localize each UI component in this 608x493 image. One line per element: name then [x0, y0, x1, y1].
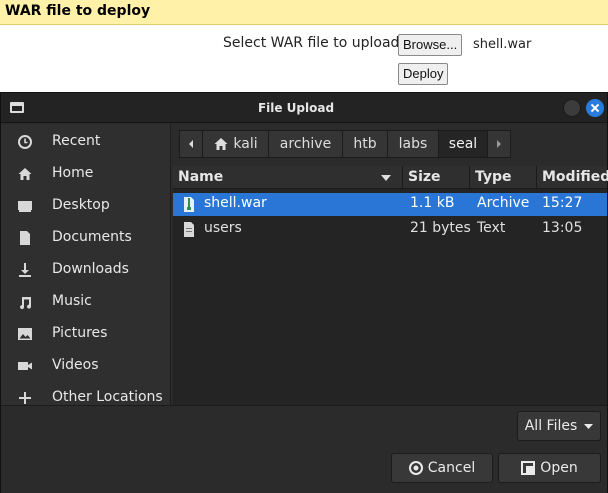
file-list: Name Size Type Modified shell.war 1.1 kB… — [173, 166, 608, 405]
select-war-label: Select WAR file to upload — [223, 35, 400, 51]
sidebar-item-label: Music — [52, 293, 92, 309]
sidebar-item-label: Downloads — [52, 261, 129, 277]
music-icon — [17, 294, 33, 310]
open-button-label: Open — [540, 460, 578, 476]
path-segment-label: htb — [353, 136, 377, 152]
cancel-button-label: Cancel — [427, 460, 476, 476]
text-file-icon — [183, 222, 195, 241]
chevron-down-icon — [584, 423, 594, 429]
sidebar-item-other-locations[interactable]: Other Locations — [1, 382, 170, 405]
path-forward-button[interactable] — [487, 130, 511, 158]
sidebar-item-label: Other Locations — [52, 389, 163, 405]
sort-down-icon — [381, 175, 391, 181]
sidebar-item-pictures[interactable]: Pictures — [1, 318, 170, 350]
open-button[interactable]: Open — [498, 453, 601, 483]
deploy-button[interactable]: Deploy — [398, 63, 449, 85]
sidebar-item-label: Recent — [52, 133, 101, 149]
file-size: 21 bytes — [410, 220, 471, 236]
sidebar-item-recent[interactable]: Recent — [1, 126, 170, 158]
path-segment-archive[interactable]: archive — [268, 130, 343, 158]
sidebar-item-label: Desktop — [52, 197, 110, 213]
minimize-button[interactable] — [563, 99, 581, 117]
sidebar-item-label: Videos — [52, 357, 99, 373]
archive-file-icon — [183, 197, 195, 216]
sidebar-item-downloads[interactable]: Downloads — [1, 254, 170, 286]
column-modified-header[interactable]: Modified — [536, 166, 608, 189]
video-icon — [17, 358, 33, 374]
path-segment-labs[interactable]: labs — [387, 130, 439, 158]
sidebar-item-home[interactable]: Home — [1, 158, 170, 190]
path-segment-label: seal — [448, 136, 478, 152]
column-name-header[interactable]: Name — [173, 166, 402, 189]
desktop-icon — [17, 198, 33, 214]
file-type: Archive — [477, 195, 530, 211]
path-segment-label: archive — [279, 136, 332, 152]
file-row-users[interactable]: users 21 bytes Text 13:05 — [173, 218, 607, 241]
home-icon — [214, 138, 228, 150]
column-label: Modified — [542, 169, 608, 185]
path-segment-label: labs — [398, 136, 428, 152]
column-label: Type — [475, 169, 512, 185]
open-icon — [521, 461, 536, 475]
path-segment-htb[interactable]: htb — [342, 130, 388, 158]
sidebar-item-desktop[interactable]: Desktop — [1, 190, 170, 222]
file-name: users — [204, 220, 242, 236]
sidebar-item-videos[interactable]: Videos — [1, 350, 170, 382]
upload-form: Select WAR file to upload Browse... shel… — [0, 25, 608, 100]
file-type: Text — [477, 220, 506, 236]
close-button[interactable] — [586, 99, 604, 117]
file-filter-dropdown[interactable]: All Files — [517, 411, 601, 441]
file-name: shell.war — [204, 195, 267, 211]
file-row-shell-war[interactable]: shell.war 1.1 kB Archive 15:27 — [173, 193, 607, 216]
places-sidebar: Recent Home Desktop Documents Downloads — [1, 124, 171, 405]
column-size-header[interactable]: Size — [402, 166, 469, 189]
file-modified: 15:27 — [542, 195, 583, 211]
selected-filename: shell.war — [473, 37, 532, 52]
path-segment-seal[interactable]: seal — [438, 130, 488, 158]
sidebar-item-label: Pictures — [52, 325, 108, 341]
chevron-left-icon — [189, 140, 193, 148]
download-icon — [17, 262, 33, 278]
column-label: Name — [178, 169, 224, 185]
sidebar-item-documents[interactable]: Documents — [1, 222, 170, 254]
browse-button[interactable]: Browse... — [398, 34, 463, 56]
file-modified: 13:05 — [542, 220, 583, 236]
file-upload-dialog: File Upload Recent Home Desktop Document… — [0, 92, 608, 493]
cancel-button[interactable]: Cancel — [391, 453, 493, 483]
home-icon — [17, 166, 33, 182]
cancel-icon — [408, 461, 423, 475]
clock-icon — [17, 134, 33, 150]
plus-icon — [17, 390, 33, 405]
path-segment-kali[interactable]: kali — [202, 130, 269, 158]
file-filter-label: All Files — [524, 418, 578, 434]
path-segment-label: kali — [233, 136, 258, 152]
dialog-titlebar: File Upload — [1, 93, 607, 123]
page-header-title: WAR file to deploy — [5, 3, 151, 19]
chevron-right-icon — [497, 140, 501, 148]
sidebar-item-label: Documents — [52, 229, 132, 245]
file-list-header: Name Size Type Modified — [173, 166, 608, 189]
document-icon — [17, 230, 33, 246]
path-back-button[interactable] — [179, 130, 203, 158]
sidebar-item-label: Home — [52, 165, 94, 181]
column-label: Size — [408, 169, 441, 185]
picture-icon — [17, 326, 33, 342]
sidebar-item-music[interactable]: Music — [1, 286, 170, 318]
dialog-action-area: All Files Cancel Open — [1, 405, 607, 493]
path-bar: kali archive htb labs seal — [179, 130, 519, 158]
page-header: WAR file to deploy — [0, 0, 608, 25]
file-size: 1.1 kB — [410, 195, 455, 211]
dialog-title: File Upload — [257, 101, 335, 115]
column-type-header[interactable]: Type — [469, 166, 536, 189]
